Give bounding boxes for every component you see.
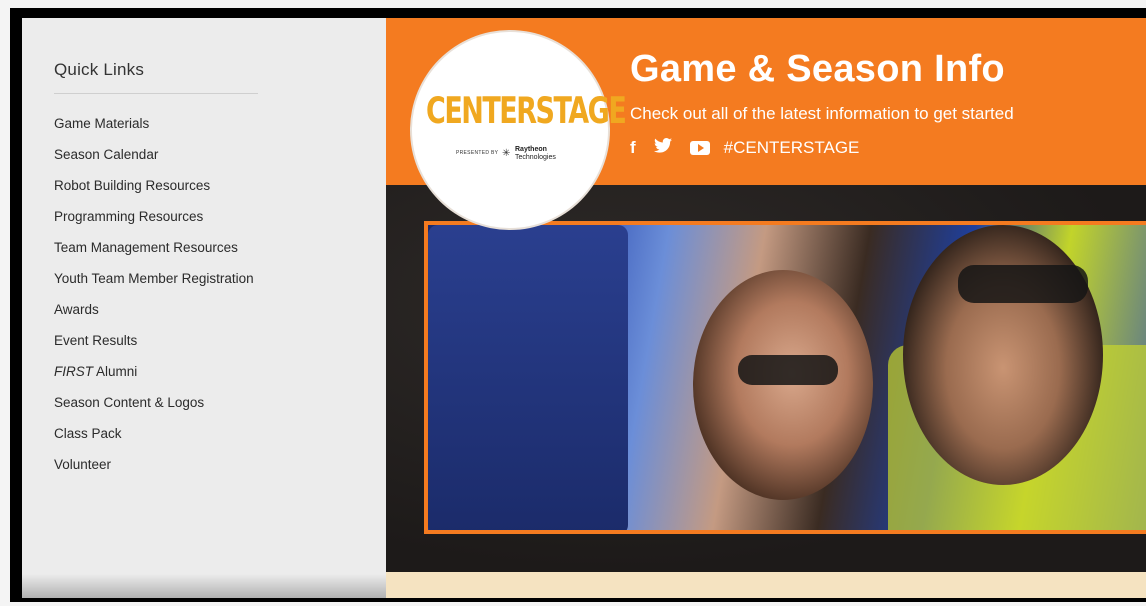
main-content: Game & Season Info Check out all of the … (386, 18, 1146, 598)
hero-photo (424, 221, 1146, 534)
quick-link-team-management-resources[interactable]: Team Management Resources (54, 232, 386, 263)
centerstage-logo: CENTERSTAGE PRESENTED BY ✳ Raytheon Techn… (412, 32, 627, 228)
centerstage-wordmark: CENTERSTAGE (426, 90, 627, 133)
presented-by-text: PRESENTED BY (456, 150, 499, 156)
sponsor-name: Raytheon Technologies (515, 146, 556, 162)
facebook-icon[interactable]: f (630, 138, 636, 158)
photo-student-boy (903, 225, 1103, 485)
quick-link-first-alumni[interactable]: FIRST Alumni (54, 356, 386, 387)
quick-link-event-results[interactable]: Event Results (54, 325, 386, 356)
social-links: f #CENTERSTAGE (630, 138, 859, 158)
alumni-text: Alumni (93, 364, 138, 379)
youtube-icon[interactable] (689, 141, 710, 155)
sponsor-name-text: Raytheon (515, 146, 547, 153)
quick-link-awards[interactable]: Awards (54, 294, 386, 325)
quick-links-title: Quick Links (54, 60, 145, 79)
photo-student-girl (693, 270, 873, 500)
hashtag-text[interactable]: #CENTERSTAGE (724, 138, 860, 158)
raytheon-logo-icon: ✳ (502, 148, 511, 159)
first-italic-text: FIRST (54, 364, 93, 379)
screenshot-frame: Quick Links Game Materials Season Calend… (10, 8, 1146, 602)
quick-links-list: Game Materials Season Calendar Robot Bui… (54, 108, 386, 480)
quick-link-season-calendar[interactable]: Season Calendar (54, 139, 386, 170)
photo-goggles (958, 265, 1088, 303)
quick-link-youth-team-member-registration[interactable]: Youth Team Member Registration (54, 263, 386, 294)
quick-link-game-materials[interactable]: Game Materials (54, 108, 386, 139)
quick-links-sidebar: Quick Links Game Materials Season Calend… (22, 18, 386, 598)
page-content: Quick Links Game Materials Season Calend… (22, 18, 1146, 598)
photo-goggles (738, 355, 838, 385)
divider (54, 93, 258, 94)
page-title: Game & Season Info (630, 48, 1005, 90)
quick-link-programming-resources[interactable]: Programming Resources (54, 201, 386, 232)
content-strip (386, 572, 1146, 598)
quick-link-volunteer[interactable]: Volunteer (54, 449, 386, 480)
quick-link-class-pack[interactable]: Class Pack (54, 418, 386, 449)
photo-figure-left (428, 225, 628, 530)
banner-subtitle: Check out all of the latest information … (630, 104, 1014, 123)
sponsor-sub-text: Technologies (515, 154, 556, 161)
quick-link-robot-building-resources[interactable]: Robot Building Resources (54, 170, 386, 201)
quick-link-season-content-logos[interactable]: Season Content & Logos (54, 387, 386, 418)
twitter-icon[interactable] (653, 138, 672, 158)
